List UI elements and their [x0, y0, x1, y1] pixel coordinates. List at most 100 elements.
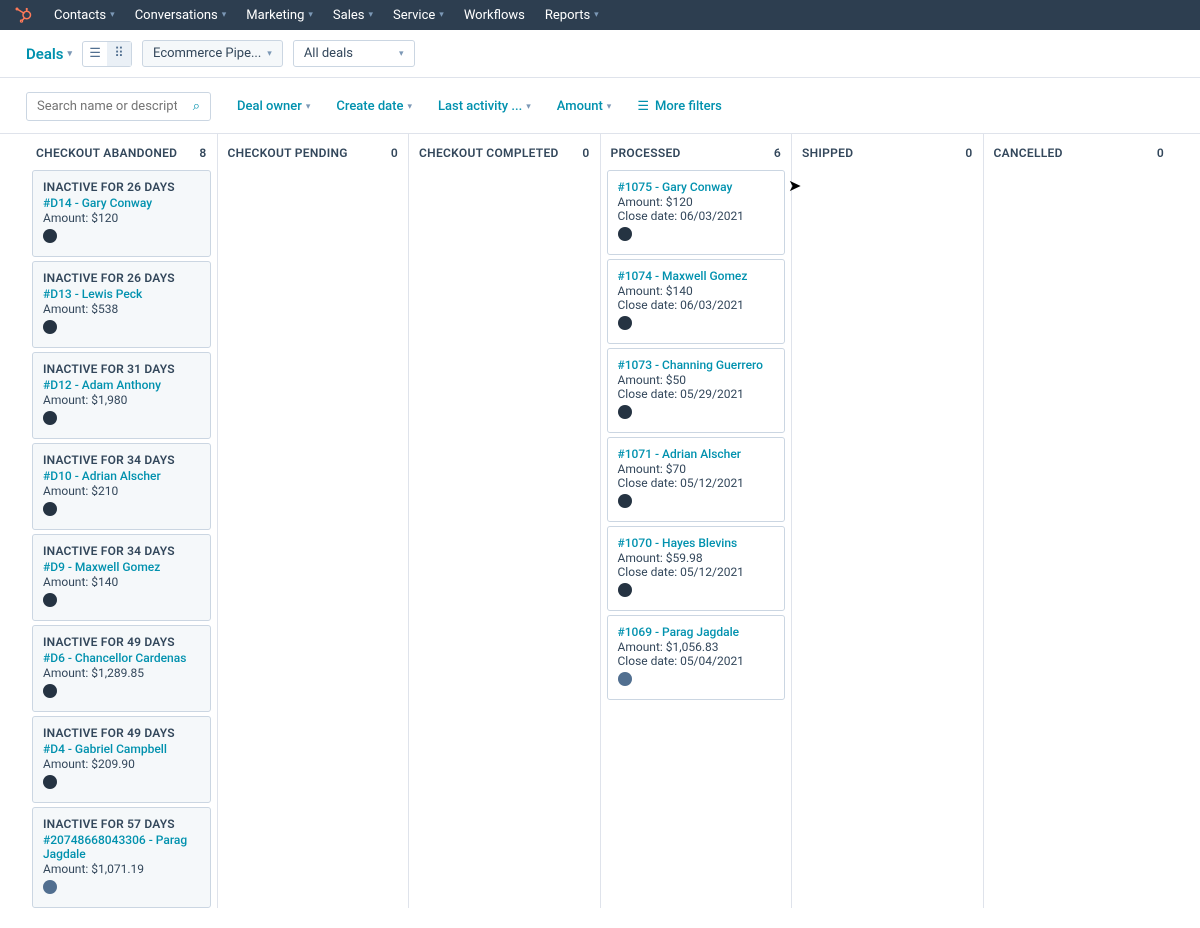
column-header: CHECKOUT COMPLETED0 — [415, 134, 594, 170]
pipeline-column: CHECKOUT COMPLETED0 — [409, 134, 601, 908]
chevron-down-icon: ▾ — [526, 102, 531, 112]
chevron-down-icon: ▾ — [306, 102, 311, 112]
deal-card[interactable]: #1071 - Adrian AlscherAmount: $70Close d… — [607, 437, 786, 522]
deal-name-link[interactable]: #D14 - Gary Conway — [43, 196, 200, 210]
nav-contacts[interactable]: Contacts▾ — [54, 8, 115, 23]
filter-deal-owner[interactable]: Deal owner▾ — [237, 99, 310, 114]
deal-name-link[interactable]: #D9 - Maxwell Gomez — [43, 560, 200, 574]
filter-create-date[interactable]: Create date▾ — [336, 99, 412, 114]
column-count: 0 — [391, 146, 398, 160]
pipeline-column: CHECKOUT ABANDONED8INACTIVE FOR 26 DAYS#… — [26, 134, 218, 908]
deal-card[interactable]: #1074 - Maxwell GomezAmount: $140Close d… — [607, 259, 786, 344]
deal-amount: Amount: $140 — [43, 575, 200, 589]
deal-name-link[interactable]: #D6 - Chancellor Cardenas — [43, 651, 200, 665]
deal-amount: Amount: $538 — [43, 302, 200, 316]
chevron-down-icon: ▾ — [368, 10, 373, 20]
deal-name-link[interactable]: #1073 - Channing Guerrero — [618, 358, 775, 372]
deal-name-link[interactable]: #1070 - Hayes Blevins — [618, 536, 775, 550]
owner-avatar — [618, 494, 632, 508]
deal-amount: Amount: $1,980 — [43, 393, 200, 407]
column-count: 0 — [965, 146, 972, 160]
deal-name-link[interactable]: #1069 - Parag Jagdale — [618, 625, 775, 639]
filter-last-activity[interactable]: Last activity ...▾ — [438, 99, 531, 114]
view-toggle: ☰ ⠿ — [82, 41, 132, 67]
deal-card[interactable]: #1069 - Parag JagdaleAmount: $1,056.83Cl… — [607, 615, 786, 700]
deal-name-link[interactable]: #1075 - Gary Conway — [618, 180, 775, 194]
chevron-down-icon: ▾ — [110, 10, 115, 20]
nav-sales[interactable]: Sales▾ — [333, 8, 373, 23]
column-title: CANCELLED — [994, 146, 1063, 160]
deal-card[interactable]: INACTIVE FOR 34 DAYS#D10 - Adrian Alsche… — [32, 443, 211, 530]
scope-select[interactable]: All deals▾ — [293, 40, 415, 67]
hubspot-logo[interactable] — [12, 4, 34, 26]
deal-card[interactable]: #1073 - Channing GuerreroAmount: $50Clos… — [607, 348, 786, 433]
deal-close-date: Close date: 06/03/2021 — [618, 209, 775, 223]
inactive-badge: INACTIVE FOR 34 DAYS — [43, 544, 200, 558]
deal-card[interactable]: INACTIVE FOR 49 DAYS#D6 - Chancellor Car… — [32, 625, 211, 712]
nav-reports[interactable]: Reports▾ — [545, 8, 599, 23]
deal-name-link[interactable]: #1071 - Adrian Alscher — [618, 447, 775, 461]
deal-card[interactable]: INACTIVE FOR 26 DAYS#D13 - Lewis PeckAmo… — [32, 261, 211, 348]
chevron-down-icon: ▾ — [399, 49, 404, 59]
deals-dropdown[interactable]: Deals▾ — [26, 45, 72, 63]
column-header: PROCESSED6 — [607, 134, 786, 170]
filter-amount[interactable]: Amount▾ — [557, 99, 612, 114]
top-nav: Contacts▾ Conversations▾ Marketing▾ Sale… — [0, 0, 1200, 30]
search-box[interactable]: ⌕ — [26, 92, 211, 121]
column-count: 8 — [199, 146, 206, 160]
deal-amount: Amount: $59.98 — [618, 551, 775, 565]
pipeline-column: CHECKOUT PENDING 0 — [218, 134, 410, 908]
deal-amount: Amount: $210 — [43, 484, 200, 498]
deal-card[interactable]: INACTIVE FOR 31 DAYS #D12 - Adam AnthonyA… — [32, 352, 211, 439]
column-title: CHECKOUT ABANDONED — [36, 146, 177, 160]
deal-card[interactable]: INACTIVE FOR 26 DAYS#D14 - Gary ConwayAm… — [32, 170, 211, 257]
deal-name-link[interactable]: #D10 - Adrian Alscher — [43, 469, 200, 483]
deal-amount: Amount: $70 — [618, 462, 775, 476]
chevron-down-icon: ▾ — [308, 10, 313, 20]
deal-name-link[interactable]: #D13 - Lewis Peck — [43, 287, 200, 301]
inactive-badge: INACTIVE FOR 49 DAYS — [43, 726, 200, 740]
column-count: 6 — [774, 146, 781, 160]
owner-avatar — [618, 405, 632, 419]
pipeline-select[interactable]: Ecommerce Pipe...▾ — [142, 40, 283, 67]
column-count: 0 — [582, 146, 589, 160]
search-input[interactable] — [37, 99, 177, 114]
deal-card[interactable]: INACTIVE FOR 57 DAYS#20748668043306 - Pa… — [32, 807, 211, 908]
filter-bar: ⌕ Deal owner▾ Create date▾ Last activity… — [0, 78, 1200, 133]
column-title: CHECKOUT PENDING — [228, 146, 348, 160]
more-filters-button[interactable]: ☰More filters — [637, 99, 722, 114]
chevron-down-icon: ▾ — [68, 49, 73, 59]
owner-avatar — [43, 593, 57, 607]
chevron-down-icon: ▾ — [594, 10, 599, 20]
deal-close-date: Close date: 05/29/2021 — [618, 387, 775, 401]
deal-card[interactable]: #1075 - Gary ConwayAmount: $120Close dat… — [607, 170, 786, 255]
nav-conversations[interactable]: Conversations▾ — [135, 8, 227, 23]
pipeline-column: PROCESSED6#1075 - Gary ConwayAmount: $12… — [601, 134, 793, 908]
inactive-badge: INACTIVE FOR 26 DAYS — [43, 180, 200, 194]
deal-name-link[interactable]: #D12 - Adam Anthony — [43, 378, 200, 392]
deal-card[interactable]: INACTIVE FOR 49 DAYS #D4 - Gabriel Campbe… — [32, 716, 211, 803]
column-header: SHIPPED0 — [798, 134, 977, 170]
inactive-badge: INACTIVE FOR 31 DAYS — [43, 362, 200, 376]
deal-amount: Amount: $140 — [618, 284, 775, 298]
board-view-button[interactable]: ⠿ — [107, 42, 131, 66]
deal-close-date: Close date: 06/03/2021 — [618, 298, 775, 312]
owner-avatar — [43, 775, 57, 789]
deal-name-link[interactable]: #1074 - Maxwell Gomez — [618, 269, 775, 283]
deal-card[interactable]: INACTIVE FOR 34 DAYS #D9 - Maxwell GomezA… — [32, 534, 211, 621]
deal-amount: Amount: $120 — [618, 195, 775, 209]
deal-name-link[interactable]: #D4 - Gabriel Campbell — [43, 742, 200, 756]
deal-name-link[interactable]: #20748668043306 - Parag Jagdale — [43, 833, 200, 861]
owner-avatar — [43, 320, 57, 334]
deal-card[interactable]: #1070 - Hayes BlevinsAmount: $59.98Close… — [607, 526, 786, 611]
sub-toolbar: Deals▾ ☰ ⠿ Ecommerce Pipe...▾ All deals▾ — [0, 30, 1200, 78]
owner-avatar — [43, 502, 57, 516]
owner-avatar — [618, 316, 632, 330]
nav-marketing[interactable]: Marketing▾ — [246, 8, 313, 23]
column-header: CANCELLED0 — [990, 134, 1169, 170]
nav-workflows[interactable]: Workflows — [464, 8, 525, 23]
deal-close-date: Close date: 05/04/2021 — [618, 654, 775, 668]
nav-service[interactable]: Service▾ — [393, 8, 444, 23]
list-view-button[interactable]: ☰ — [83, 42, 107, 66]
chevron-down-icon: ▾ — [222, 10, 227, 20]
